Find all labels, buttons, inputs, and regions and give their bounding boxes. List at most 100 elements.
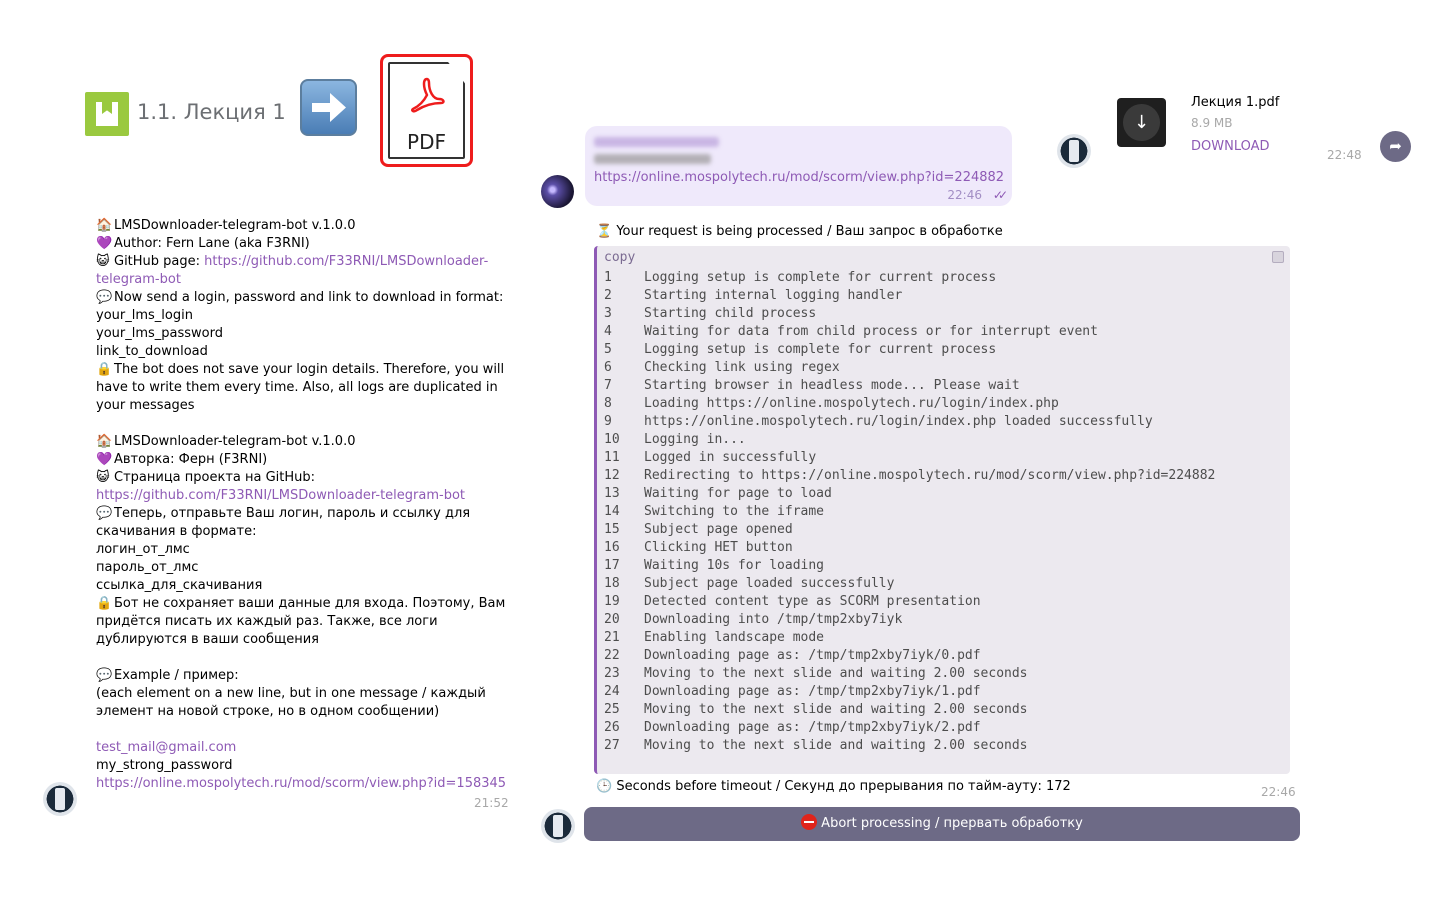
intro-line: your_lms_login [96, 307, 508, 325]
log-line-text: Subject page opened [644, 522, 793, 537]
log-line-number: 11 [604, 450, 620, 465]
bot-avatar[interactable] [541, 809, 575, 843]
intro-line [96, 649, 508, 667]
share-button[interactable]: ➦ [1380, 131, 1411, 162]
log-line-text: Downloading page as: /tmp/tmp2xby7iyk/0.… [644, 648, 981, 663]
log-line: 11 Logged in successfully [604, 449, 1215, 467]
log-line-number: 2 [604, 288, 612, 303]
log-line: 7 Starting browser in headless mode... Pl… [604, 377, 1215, 395]
clock-icon: 🕒 [596, 779, 613, 794]
intro-line-text: your_lms_login [96, 308, 193, 323]
emoji-icon: 🏠 [96, 218, 113, 233]
log-line-text: Logging setup is complete for current pr… [644, 342, 997, 357]
emoji-icon: 💜 [96, 236, 113, 251]
log-line: 22 Downloading page as: /tmp/tmp2xby7iyk/… [604, 647, 1215, 665]
intro-link[interactable]: test_mail@gmail.com [96, 740, 236, 755]
log-line-text: Detected content type as SCORM presentat… [644, 594, 981, 609]
emoji-icon: 💬 [96, 506, 113, 521]
log-line-text: Subject page loaded successfully [644, 576, 895, 591]
intro-line-text: LMSDownloader-telegram-bot v.1.0.0 [114, 218, 356, 233]
intro-line: ссылка_для_скачивания [96, 577, 508, 595]
intro-line: 🏠 LMSDownloader-telegram-bot v.1.0.0 [96, 433, 508, 451]
log-line-number: 8 [604, 396, 612, 411]
log-line-number: 24 [604, 684, 620, 699]
intro-link[interactable]: https://online.mospolytech.ru/mod/scorm/… [96, 776, 506, 791]
log-line: 15 Subject page opened [604, 521, 1215, 539]
emoji-icon: 🔒 [96, 362, 113, 377]
log-line: 18 Subject page loaded successfully [604, 575, 1215, 593]
intro-line: https://github.com/F33RNI/LMSDownloader-… [96, 487, 508, 505]
stop-icon [801, 814, 818, 830]
intro-line: 🔒 The bot does not save your login detail… [96, 361, 508, 415]
log-line-text: Waiting 10s for loading [644, 558, 825, 573]
bot-avatar[interactable] [1057, 134, 1091, 168]
log-line-text: Moving to the next slide and waiting 2.0… [644, 666, 1028, 681]
sent-message-bubble[interactable]: ************** ************** https://on… [585, 126, 1012, 206]
log-line: 26 Downloading page as: /tmp/tmp2xby7iyk/… [604, 719, 1215, 737]
intro-line-text: The bot does not save your login details… [96, 362, 509, 413]
log-line: 19 Detected content type as SCORM present… [604, 593, 1215, 611]
log-line-text: Starting browser in headless mode... Ple… [644, 378, 1020, 393]
log-line: 17 Waiting 10s for loading [604, 557, 1215, 575]
copy-icon[interactable] [1272, 251, 1284, 263]
log-line: 5 Logging setup is complete for current p… [604, 341, 1215, 359]
sent-message-link[interactable]: https://online.mospolytech.ru/mod/scorm/… [594, 170, 1004, 185]
log-line-number: 23 [604, 666, 620, 681]
log-line-text: Moving to the next slide and waiting 2.0… [644, 738, 1028, 753]
pdf-file-icon: PDF [380, 54, 473, 167]
log-line-text: Clicking НЕТ button [644, 540, 793, 555]
intro-line: 💜 Author: Fern Lane (aka F3RNI) [96, 235, 508, 253]
log-line: 24 Downloading page as: /tmp/tmp2xby7iyk/… [604, 683, 1215, 701]
log-line: 6 Checking link using regex [604, 359, 1215, 377]
intro-line-text: Author: Fern Lane (aka F3RNI) [114, 236, 310, 251]
log-line-number: 6 [604, 360, 612, 375]
intro-line-text: Example / пример: [114, 668, 239, 683]
intro-line-text: Бот не сохраняет ваши данные для входа. … [96, 596, 510, 647]
emoji-icon: 💬 [96, 290, 113, 305]
pdf-label: PDF [407, 130, 446, 154]
log-line-number: 10 [604, 432, 620, 447]
log-line: 1 Logging setup is complete for current p… [604, 269, 1215, 287]
log-line-text: Moving to the next slide and waiting 2.0… [644, 702, 1028, 717]
log-code-block[interactable]: copy 1 Logging setup is complete for curr… [594, 246, 1290, 774]
processing-status: ⏳ Your request is being processed / Ваш … [596, 224, 1003, 239]
bot-avatar[interactable] [43, 782, 77, 816]
log-line: 8 Loading https://online.mospolytech.ru/l… [604, 395, 1215, 413]
log-line: 12 Redirecting to https://online.mospolyt… [604, 467, 1215, 485]
log-message-time: 22:46 [1261, 785, 1296, 799]
download-button[interactable]: DOWNLOAD [1191, 139, 1270, 154]
log-line: 23 Moving to the next slide and waiting 2… [604, 665, 1215, 683]
share-arrow-icon: ➦ [1389, 137, 1402, 155]
log-line-text: Starting internal logging handler [644, 288, 903, 303]
intro-line: логин_от_лмс [96, 541, 508, 559]
user-avatar[interactable] [541, 175, 574, 208]
log-line: 4 Waiting for data from child process or … [604, 323, 1215, 341]
intro-line-text: your_lms_password [96, 326, 223, 341]
intro-line: my_strong_password [96, 757, 508, 775]
log-line-text: Downloading page as: /tmp/tmp2xby7iyk/2.… [644, 720, 981, 735]
blurred-password: ************** [594, 154, 711, 164]
right-arrow-icon [300, 79, 357, 136]
abort-processing-button[interactable]: Abort processing / прервать обработку [584, 807, 1300, 841]
intro-link[interactable]: https://github.com/F33RNI/LMSDownloader-… [96, 488, 465, 503]
log-line-number: 15 [604, 522, 620, 537]
log-line: 13 Waiting for page to load [604, 485, 1215, 503]
log-line-number: 20 [604, 612, 620, 627]
file-thumbnail[interactable]: ↓ [1117, 98, 1166, 147]
log-line-number: 27 [604, 738, 620, 753]
intro-line: 😺 GitHub page: https://github.com/F33RNI/… [96, 253, 508, 289]
intro-line: 🔒 Бот не сохраняет ваши данные для входа.… [96, 595, 508, 649]
log-line-number: 25 [604, 702, 620, 717]
log-line-number: 17 [604, 558, 620, 573]
intro-line: (each element on a new line, but in one … [96, 685, 508, 721]
log-line: 14 Switching to the iframe [604, 503, 1215, 521]
file-message-time: 22:48 [1327, 148, 1362, 162]
log-line-number: 22 [604, 648, 620, 663]
log-line: 25 Moving to the next slide and waiting 2… [604, 701, 1215, 719]
processing-status-text: Your request is being processed / Ваш за… [616, 224, 1003, 239]
intro-line-text: my_strong_password [96, 758, 233, 773]
code-label: copy [604, 250, 636, 265]
bot-intro-message: 🏠 LMSDownloader-telegram-bot v.1.0.0 💜 Auth… [96, 217, 508, 793]
log-line-text: Switching to the iframe [644, 504, 825, 519]
intro-line-text: Теперь, отправьте Ваш логин, пароль и сс… [96, 506, 475, 539]
